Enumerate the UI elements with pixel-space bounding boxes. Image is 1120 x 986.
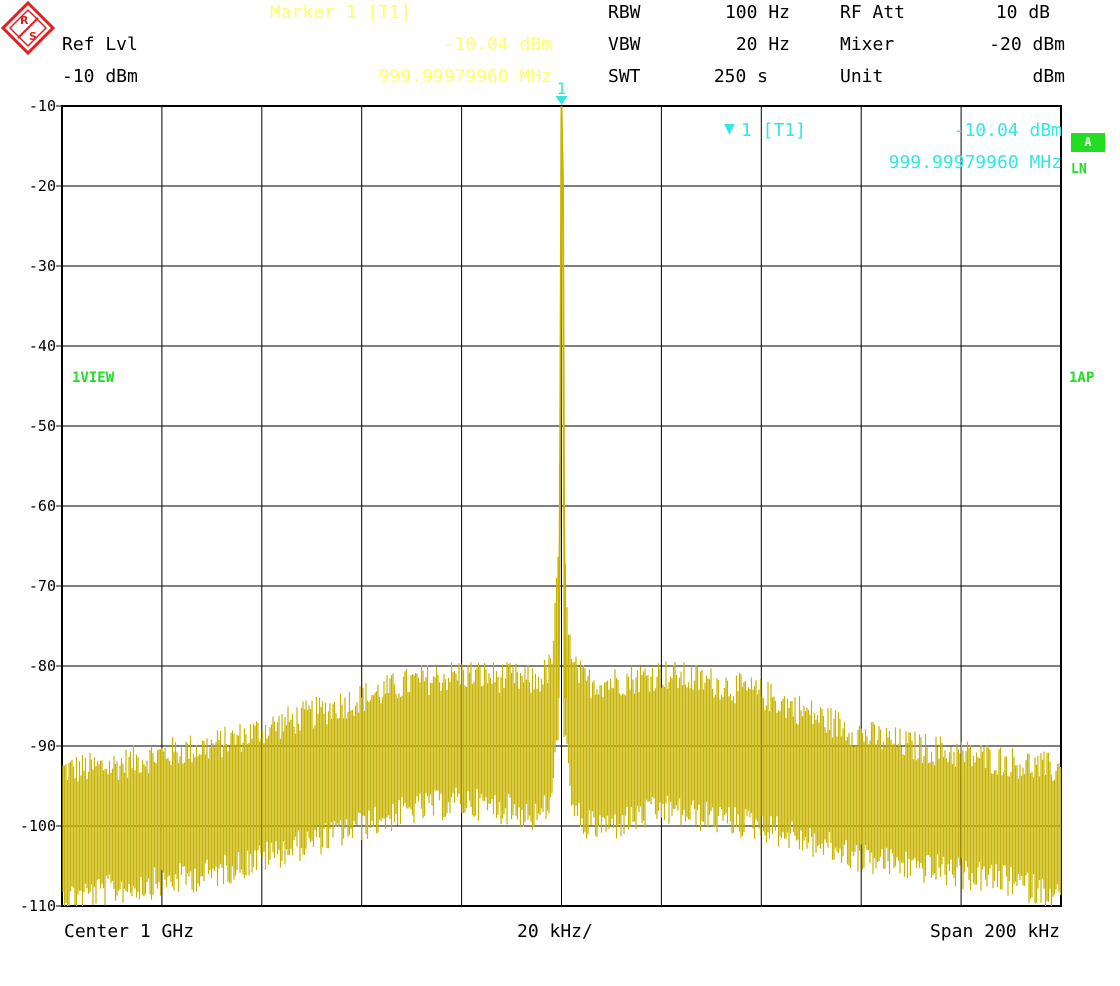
y-tick-label: -90 bbox=[29, 737, 56, 755]
marker-1-number: 1 bbox=[557, 79, 567, 98]
frequency-per-division: 20 kHz/ bbox=[517, 921, 593, 942]
y-axis-ticks: -10 -20 -30 -40 -50 -60 -70 -80 -90 -100 -110 bbox=[20, 97, 56, 915]
y-tick-label: -50 bbox=[29, 417, 56, 435]
frequency-span: Span 200 kHz bbox=[929, 921, 1060, 942]
marker-box-level: -10.04 dBm bbox=[953, 120, 1062, 141]
ln-label: LN bbox=[1071, 162, 1087, 177]
y-tick-label: -100 bbox=[20, 817, 56, 835]
spectrum-analyzer-screen: R S Marker 1 [T1] -10.04 dBm 999.9997996… bbox=[0, 0, 1120, 986]
marker: 1 bbox=[555, 79, 568, 105]
y-tick-label: -10 bbox=[29, 97, 56, 115]
spectrum-plot: -10 -20 -30 -40 -50 -60 -70 -80 -90 -100 -110 1 bbox=[20, 79, 1062, 915]
marker-box-frequency: 999.99979960 MHz bbox=[888, 152, 1062, 173]
center-frequency: Center 1 GHz bbox=[64, 921, 195, 942]
y-tick-label: -60 bbox=[29, 497, 56, 515]
y-tick-label: -20 bbox=[29, 177, 56, 195]
y-tick-label: -70 bbox=[29, 577, 56, 595]
y-tick-label: -30 bbox=[29, 257, 56, 275]
y-tick-label: -110 bbox=[20, 897, 56, 915]
ap-label: 1AP bbox=[1069, 370, 1095, 386]
trace-a-badge: A bbox=[1071, 133, 1105, 152]
trace-view-label: 1VIEW bbox=[72, 370, 115, 386]
y-tick-label: -80 bbox=[29, 657, 56, 675]
y-tick-label: -40 bbox=[29, 337, 56, 355]
marker-triangle-icon: ▼ bbox=[724, 118, 735, 139]
marker-box-label: 1 [T1] bbox=[741, 120, 807, 141]
